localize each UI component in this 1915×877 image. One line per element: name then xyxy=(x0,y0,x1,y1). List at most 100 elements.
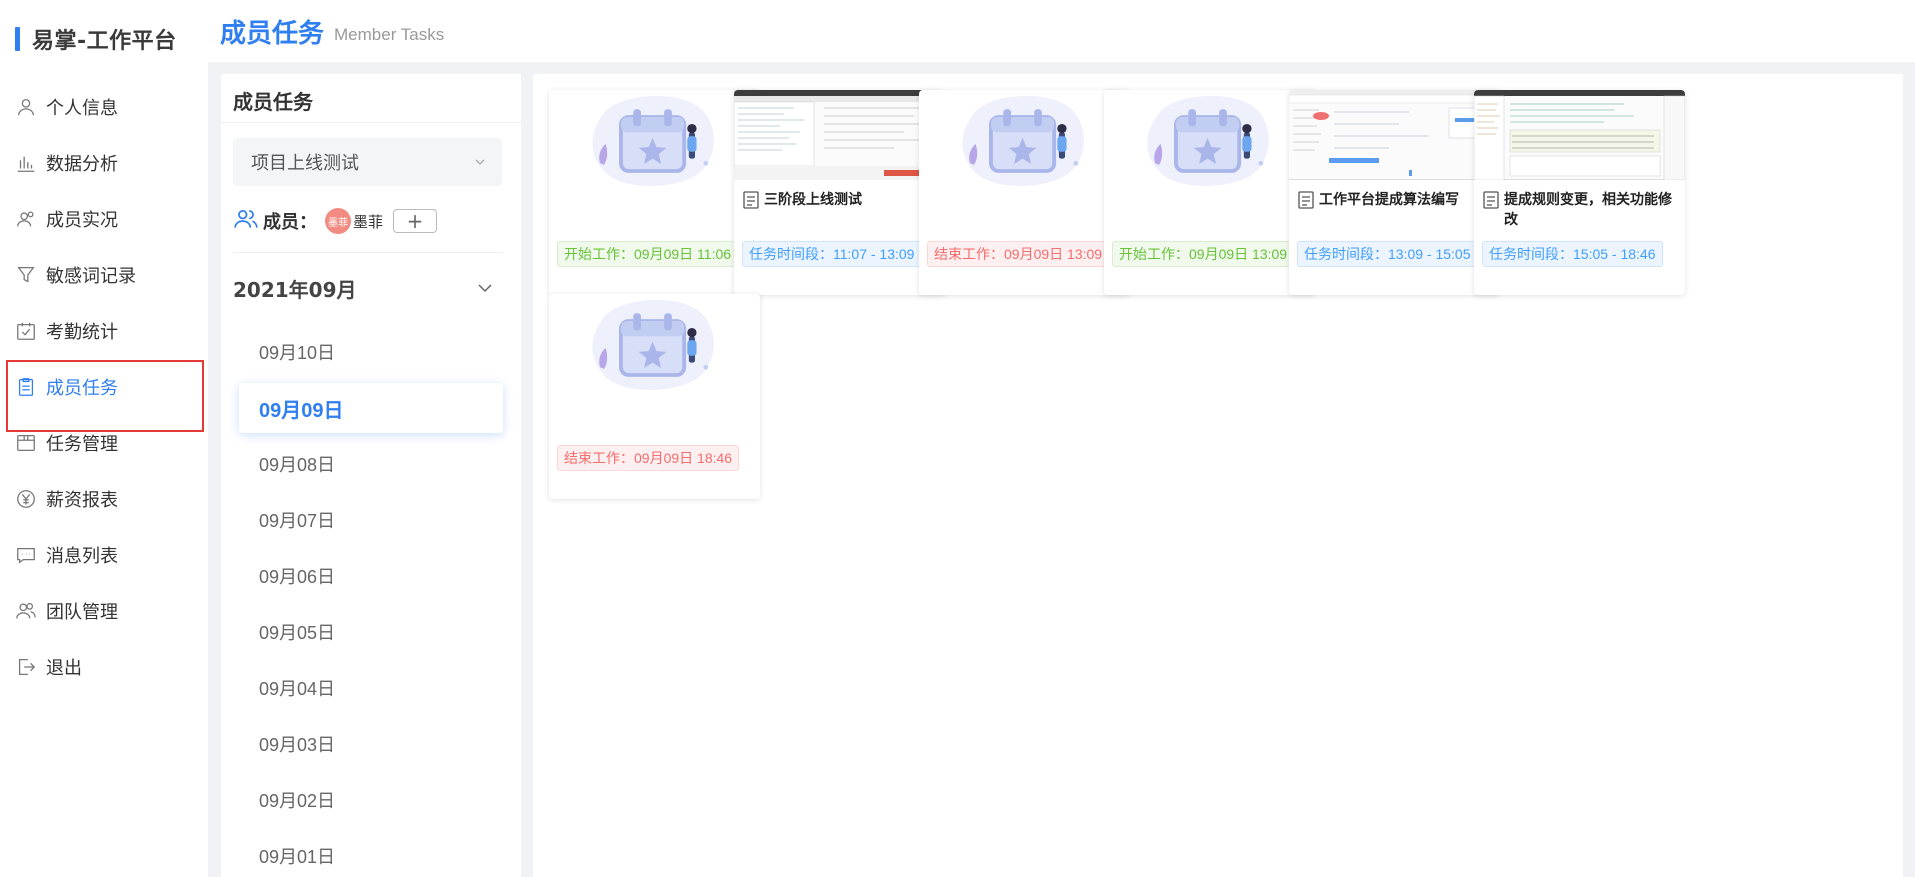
task-title-text: 三阶段上线测试 xyxy=(764,192,862,208)
day-item[interactable]: 09月06日 xyxy=(221,548,521,604)
screenshot-thumbnail xyxy=(734,90,945,180)
sidebar-item-attendance[interactable]: 考勤统计 xyxy=(0,303,208,359)
divider xyxy=(221,122,521,123)
sidebar-item-analytics[interactable]: 数据分析 xyxy=(0,135,208,191)
avatar[interactable]: 墨菲 xyxy=(325,208,351,234)
panel-title: 成员任务 xyxy=(233,90,313,114)
chevron-down-icon xyxy=(475,159,485,165)
users-icon xyxy=(14,207,38,231)
box-icon xyxy=(14,431,38,455)
task-cards-area: 开始工作：09月09日 11:06 三阶段上线测试 任务时间段：11:07 - … xyxy=(533,74,1903,877)
calendar-illustration xyxy=(1147,95,1269,186)
member-name[interactable]: 墨菲 xyxy=(353,211,383,232)
sidebar-item-label: 成员实况 xyxy=(46,210,118,231)
logout-icon xyxy=(14,655,38,679)
sidebar-item-messages[interactable]: 消息列表 xyxy=(0,527,208,583)
time-range-tag: 任务时间段：13:09 - 15:05 xyxy=(1297,241,1478,267)
add-member-button[interactable]: + xyxy=(393,209,438,233)
bar-chart-icon xyxy=(14,151,38,175)
sidebar-item-profile[interactable]: 个人信息 xyxy=(0,79,208,135)
members-icon xyxy=(233,206,259,236)
brand: 易掌-工作平台 xyxy=(15,24,177,54)
task-card[interactable]: 提成规则变更，相关功能修改 任务时间段：15:05 - 18:46 xyxy=(1474,90,1685,295)
page-subtitle: Member Tasks xyxy=(334,25,445,44)
yen-icon xyxy=(14,487,38,511)
sidebar-item-label: 薪资报表 xyxy=(46,490,118,511)
task-filter-panel: 成员任务 项目上线测试 成员： 墨菲 墨菲 + 2021年09月 09月10日 … xyxy=(221,74,521,877)
filter-icon xyxy=(14,263,38,287)
sidebar-item-label: 敏感词记录 xyxy=(46,266,136,287)
task-title: 工作平台提成算法编写 xyxy=(1297,190,1494,210)
message-icon xyxy=(14,543,38,567)
sidebar-item-label: 成员任务 xyxy=(46,378,118,399)
task-card[interactable]: 结束工作：09月09日 13:09 xyxy=(919,90,1130,295)
day-item[interactable]: 09月03日 xyxy=(221,716,521,772)
sidebar-item-label: 考勤统计 xyxy=(46,322,118,343)
sidebar-item-logout[interactable]: 退出 xyxy=(0,639,208,695)
task-card[interactable]: 工作平台提成算法编写 任务时间段：13:09 - 15:05 xyxy=(1289,90,1500,295)
task-card[interactable]: 三阶段上线测试 任务时间段：11:07 - 13:09 xyxy=(734,90,945,295)
sidebar-nav: 个人信息 数据分析 成员实况 敏感词记录 考勤统计 成员任务 任务管理 薪资报表… xyxy=(0,79,208,695)
sidebar-item-salary-report[interactable]: 薪资报表 xyxy=(0,471,208,527)
day-item[interactable]: 09月01日 xyxy=(221,828,521,877)
project-select-value: 项目上线测试 xyxy=(251,153,359,174)
screenshot-image xyxy=(1289,90,1500,176)
day-item[interactable]: 09月04日 xyxy=(221,660,521,716)
divider xyxy=(233,252,503,253)
page-header: 成员任务 Member Tasks xyxy=(208,0,1915,62)
task-title-text: 工作平台提成算法编写 xyxy=(1319,192,1459,208)
day-item[interactable]: 09月07日 xyxy=(221,492,521,548)
brand-accent-bar xyxy=(15,27,20,51)
members-label: 成员： xyxy=(263,212,317,233)
brand-title: 易掌-工作平台 xyxy=(32,29,177,54)
screenshot-thumbnail xyxy=(1474,90,1685,181)
sidebar-item-member-status[interactable]: 成员实况 xyxy=(0,191,208,247)
calendar-illustration xyxy=(592,95,714,186)
sidebar-item-member-tasks[interactable]: 成员任务 xyxy=(0,359,208,432)
sidebar-item-label: 任务管理 xyxy=(46,434,118,455)
day-item-active[interactable]: 09月09日 xyxy=(239,383,503,433)
sidebar-item-task-management[interactable]: 任务管理 xyxy=(0,415,208,471)
status-tag: 开始工作：09月09日 11:06 xyxy=(557,241,739,267)
time-range-tag: 任务时间段：11:07 - 13:09 xyxy=(742,241,922,267)
sidebar-item-label: 退出 xyxy=(46,658,82,679)
project-select[interactable]: 项目上线测试 xyxy=(233,138,502,186)
sidebar-item-label: 数据分析 xyxy=(46,154,118,175)
screenshot-thumbnail xyxy=(1289,90,1500,180)
status-tag: 结束工作：09月09日 13:09 xyxy=(927,241,1110,267)
calendar-illustration xyxy=(962,95,1084,186)
time-range-tag: 任务时间段：15:05 - 18:46 xyxy=(1482,241,1663,267)
page-title: 成员任务 xyxy=(220,18,325,49)
task-title: 三阶段上线测试 xyxy=(742,190,939,210)
document-icon xyxy=(1482,190,1500,210)
status-tag: 开始工作：09月09日 13:09 xyxy=(1112,241,1295,267)
day-item[interactable]: 09月10日 xyxy=(221,324,521,380)
task-title-text: 提成规则变更，相关功能修改 xyxy=(1504,192,1672,228)
sidebar-item-label: 团队管理 xyxy=(46,602,118,623)
clipboard-icon xyxy=(14,375,38,399)
user-icon xyxy=(14,95,38,119)
calendar-check-icon xyxy=(14,319,38,343)
sidebar-item-sensitive-words[interactable]: 敏感词记录 xyxy=(0,247,208,303)
month-selector[interactable]: 2021年09月 xyxy=(233,268,503,308)
task-card[interactable]: 开始工作：09月09日 13:09 xyxy=(1104,90,1315,295)
task-card[interactable]: 开始工作：09月09日 11:06 xyxy=(549,90,760,295)
day-item[interactable]: 09月05日 xyxy=(221,604,521,660)
sidebar-item-label: 个人信息 xyxy=(46,98,118,119)
sidebar-item-team-management[interactable]: 团队管理 xyxy=(0,583,208,639)
team-icon xyxy=(14,599,38,623)
document-icon xyxy=(742,190,760,210)
members-row: 成员： 墨菲 墨菲 + xyxy=(233,206,438,236)
screenshot-image xyxy=(734,90,945,180)
screenshot-image xyxy=(1474,90,1685,181)
day-item[interactable]: 09月02日 xyxy=(221,772,521,828)
day-list: 09月10日 09月09日 09月08日 09月07日 09月06日 09月05… xyxy=(221,324,521,877)
day-item[interactable]: 09月08日 xyxy=(221,436,521,492)
status-tag: 结束工作：09月09日 18:46 xyxy=(557,445,740,471)
month-label: 2021年09月 xyxy=(233,277,357,302)
chevron-down-icon xyxy=(478,284,492,293)
sidebar-item-label: 消息列表 xyxy=(46,546,118,567)
task-card[interactable]: 结束工作：09月09日 18:46 xyxy=(549,294,760,499)
document-icon xyxy=(1297,190,1315,210)
task-title: 提成规则变更，相关功能修改 xyxy=(1482,190,1679,230)
